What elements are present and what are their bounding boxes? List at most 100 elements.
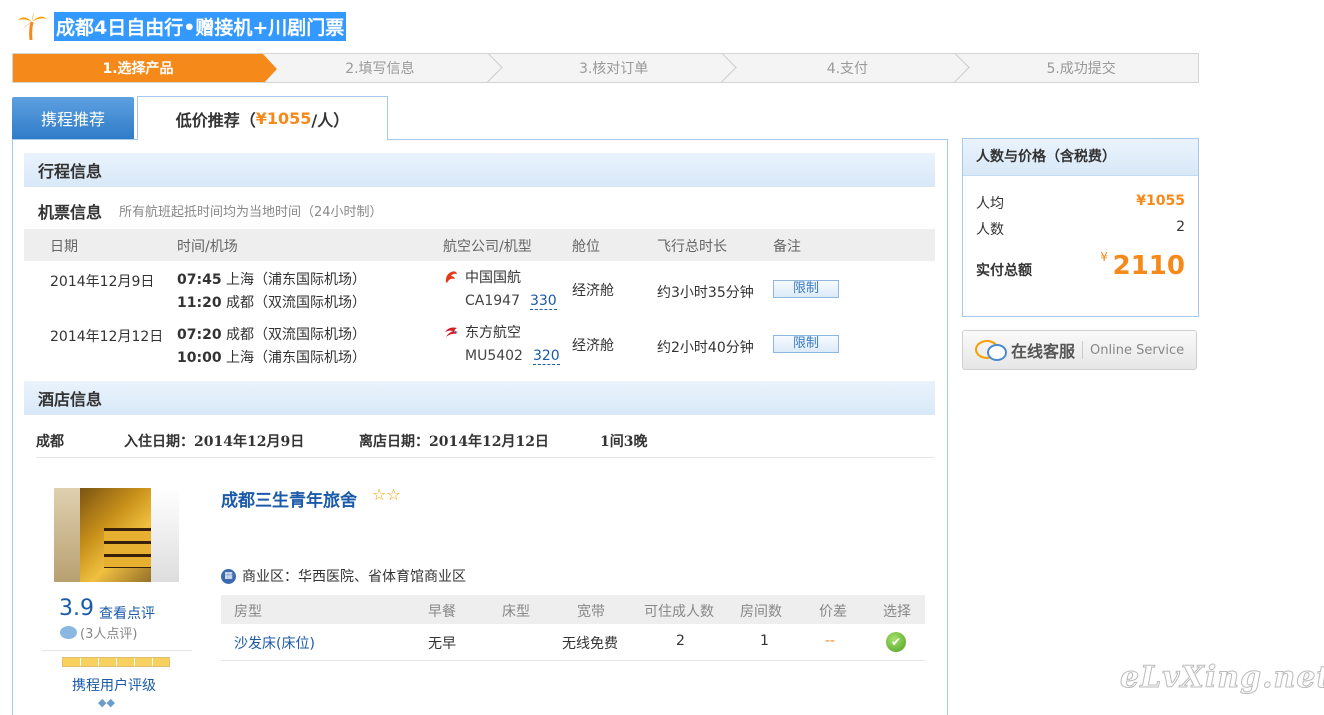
col-airline: 航空公司/机型 bbox=[443, 239, 532, 255]
cabin-class: 经济舱 bbox=[572, 283, 614, 299]
col-bed: 床型 bbox=[502, 604, 530, 620]
price-diff: -- bbox=[825, 633, 836, 649]
flight-departure: 07:45 上海（浦东国际机场） bbox=[177, 269, 366, 289]
hotel-score: 3.9 bbox=[59, 596, 94, 621]
palm-tree-logo-icon bbox=[18, 12, 47, 41]
watermark: eLvXing.net bbox=[1119, 660, 1324, 696]
flight-table-header: 日期 时间/机场 航空公司/机型 舱位 飞行总时长 备注 bbox=[24, 229, 935, 261]
col-duration: 飞行总时长 bbox=[657, 239, 727, 255]
flight-row: 2014年12月12日 07:20 成都（双流国际机场） 10:00 上海（浦东… bbox=[24, 318, 935, 370]
col-select: 选择 bbox=[883, 604, 911, 620]
building-icon: ▦ bbox=[221, 568, 236, 584]
step-select-product: 1.选择产品 bbox=[13, 54, 277, 82]
service-label-en: Online Service bbox=[1090, 342, 1185, 358]
review-count: (3人点评) bbox=[60, 623, 137, 642]
airline-name: 东方航空 bbox=[465, 325, 521, 341]
step-label: 4.支付 bbox=[826, 61, 869, 77]
dep-airport: 成都（双流国际机场） bbox=[221, 327, 367, 343]
step-label: 2.填写信息 bbox=[345, 61, 415, 77]
flights-title: 机票信息 bbox=[38, 203, 103, 222]
flight-number: CA1947 330 bbox=[465, 293, 557, 310]
col-breakfast: 早餐 bbox=[428, 604, 456, 620]
col-broadband: 宽带 bbox=[577, 604, 605, 620]
hotel-stay-info: 成都 入住日期：2014年12月9日 离店日期：2014年12月12日 1间3晚 bbox=[36, 431, 934, 458]
china-eastern-icon bbox=[445, 327, 458, 337]
airline: 中国国航 bbox=[443, 267, 521, 287]
col-rooms: 房间数 bbox=[740, 604, 782, 620]
restriction-button[interactable]: 限制 bbox=[773, 335, 839, 353]
room-type-link[interactable]: 沙发床(床位) bbox=[234, 633, 315, 653]
page-title: 成都4日自由行•赠接机+川剧门票 bbox=[54, 11, 347, 41]
total-price: 2110 bbox=[1112, 251, 1185, 281]
room-row: 沙发床(床位) 无早 无线免费 2 1 -- ✔ bbox=[221, 625, 925, 661]
review-count-text: (3人点评) bbox=[80, 627, 138, 642]
price-heading: 人数与价格（含税费） bbox=[963, 139, 1198, 176]
hotel-name-link[interactable]: 成都三生青年旅舍 bbox=[221, 486, 357, 511]
checkout-date: 离店日期：2014年12月12日 bbox=[359, 434, 549, 450]
tab-low-price[interactable]: 低价推荐（ ¥1055/人） bbox=[137, 96, 388, 140]
tab-label-suffix: /人） bbox=[311, 110, 350, 130]
service-separator bbox=[1082, 341, 1084, 359]
col-date: 日期 bbox=[50, 239, 78, 255]
hotel-district: ▦ 商业区：华西医院、省体育馆商业区 bbox=[221, 566, 466, 586]
flight-row: 2014年12月9日 07:45 上海（浦东国际机场） 11:20 成都（双流国… bbox=[24, 263, 935, 315]
arr-airport: 成都（双流国际机场） bbox=[221, 295, 367, 311]
tab-ctrip-recommend[interactable]: 携程推荐 bbox=[12, 97, 134, 139]
room-table-header: 房型 早餐 床型 宽带 可住成人数 房间数 价差 选择 bbox=[221, 595, 925, 624]
flights-note: 所有航班起抵时间均为当地时间（24小时制） bbox=[119, 205, 383, 220]
count-label: 人数 bbox=[976, 222, 1004, 238]
divider bbox=[42, 650, 192, 651]
total-label: 实付总额 bbox=[976, 263, 1032, 279]
total-currency: ¥ bbox=[1100, 250, 1108, 264]
step-label: 3.核对订单 bbox=[578, 61, 649, 77]
hotel-photo[interactable] bbox=[54, 488, 179, 582]
col-price-diff: 价差 bbox=[819, 604, 847, 620]
flight-date: 2014年12月9日 bbox=[50, 274, 155, 290]
price-summary: 人数与价格（含税费） 人均 ¥1055 人数 2 实付总额 ¥ 2110 bbox=[962, 138, 1199, 317]
comment-bubble-icon bbox=[60, 626, 77, 639]
restriction-button[interactable]: 限制 bbox=[773, 280, 839, 298]
dep-airport: 上海（浦东国际机场） bbox=[221, 272, 367, 288]
breakfast: 无早 bbox=[428, 636, 456, 652]
col-room-type: 房型 bbox=[234, 604, 262, 620]
step-fill-info: 2.填写信息 bbox=[263, 54, 497, 82]
cabin-class: 经济舱 bbox=[572, 338, 614, 354]
step-pay: 4.支付 bbox=[731, 54, 965, 82]
dep-time: 07:20 bbox=[177, 327, 222, 343]
check-circle-icon[interactable]: ✔ bbox=[886, 632, 906, 652]
col-remark: 备注 bbox=[773, 239, 801, 255]
flight-number: MU5402 320 bbox=[465, 348, 560, 365]
view-reviews-link[interactable]: 查看点评 bbox=[99, 603, 155, 623]
broadband: 无线免费 bbox=[562, 636, 618, 652]
flight-duration: 约3小时35分钟 bbox=[657, 285, 754, 301]
flight-date: 2014年12月12日 bbox=[50, 329, 164, 345]
step-label: 5.成功提交 bbox=[1046, 61, 1116, 77]
chat-bubbles-icon bbox=[975, 340, 1007, 361]
hotel-heading: 酒店信息 bbox=[24, 381, 935, 415]
title-bar: 成都4日自由行•赠接机+川剧门票 bbox=[16, 10, 347, 42]
arr-time: 10:00 bbox=[177, 350, 222, 366]
service-label-cn: 在线客服 bbox=[1011, 342, 1076, 361]
airline-name: 中国国航 bbox=[465, 270, 521, 286]
air-china-icon bbox=[445, 271, 457, 283]
online-service-button[interactable]: 在线客服 Online Service bbox=[962, 330, 1197, 370]
col-adults: 可住成人数 bbox=[644, 604, 714, 620]
hotel-city: 成都 bbox=[36, 434, 64, 450]
order-steps: 1.选择产品 2.填写信息 3.核对订单 4.支付 5.成功提交 bbox=[12, 53, 1199, 83]
flight-arrival: 10:00 上海（浦东国际机场） bbox=[177, 347, 366, 367]
tab-price: ¥1055 bbox=[255, 109, 312, 128]
checkin-date: 入住日期：2014年12月9日 bbox=[124, 434, 305, 450]
photo-detail bbox=[104, 528, 154, 568]
tab-label: 低价推荐（ bbox=[175, 110, 256, 130]
flight-duration: 约2小时40分钟 bbox=[657, 340, 754, 356]
plane-type-link[interactable]: 330 bbox=[529, 293, 557, 310]
col-cabin: 舱位 bbox=[572, 239, 600, 255]
person-count: 2 bbox=[1176, 219, 1185, 235]
flight-no: CA1947 bbox=[465, 293, 520, 309]
step-confirm-order: 3.核对订单 bbox=[497, 54, 731, 82]
star-rating-icon: ☆☆ bbox=[372, 485, 401, 504]
flight-arrival: 11:20 成都（双流国际机场） bbox=[177, 292, 366, 312]
diamond-icon: ◆◆ bbox=[98, 696, 115, 709]
arr-time: 11:20 bbox=[177, 295, 222, 311]
plane-type-link[interactable]: 320 bbox=[532, 348, 560, 365]
